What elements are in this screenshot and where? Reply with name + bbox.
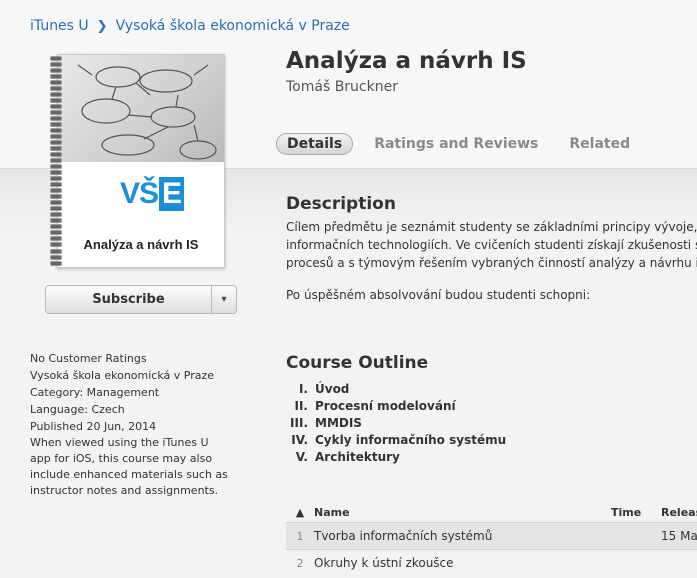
subscribe-button[interactable]: Subscribe: [46, 286, 212, 313]
column-release[interactable]: Release: [661, 506, 697, 519]
table-row[interactable]: 1 Tvorba informačních systémů 15 Ma: [286, 522, 697, 549]
description-text: Cílem předmětu je seznámit studenty se z…: [286, 220, 697, 270]
published-text: Published 20 Jun, 2014: [30, 420, 157, 433]
tab-ratings-reviews[interactable]: Ratings and Reviews: [364, 133, 548, 155]
artwork-title: Analýza a návrh IS: [83, 237, 199, 252]
breadcrumb-itunes-u[interactable]: iTunes U: [30, 18, 89, 34]
chevron-down-icon[interactable]: ▾: [212, 286, 236, 313]
description-heading: Description: [286, 194, 396, 214]
page-title: Analýza a návrh IS: [286, 48, 527, 74]
outline-item: I. Úvod: [298, 381, 350, 396]
tab-details[interactable]: Details: [276, 133, 354, 155]
table-header: ▲ Name Time Release: [286, 502, 697, 522]
vse-logo: VŠ E: [120, 177, 185, 211]
table-row[interactable]: 2 Okruhy k ústní zkoušce: [286, 549, 697, 576]
course-info: No Customer Ratings Vysoká škola ekonomi…: [30, 350, 230, 499]
ratings-text: No Customer Ratings: [30, 352, 147, 365]
column-name[interactable]: Name: [314, 506, 611, 519]
tab-related[interactable]: Related: [559, 133, 640, 155]
outline-item: III. MMDIS: [290, 415, 362, 430]
course-outline: I. Úvod II. Procesní modelování III. MMDIS …: [286, 380, 506, 465]
provider-text[interactable]: Vysoká škola ekonomická v Praze: [30, 367, 230, 384]
sort-arrow-icon[interactable]: ▲: [286, 506, 314, 519]
outline-item: V. Architektury: [295, 449, 400, 464]
tab-bar: Details Ratings and Reviews Related: [276, 133, 651, 155]
category-text: Category: Management: [30, 386, 160, 399]
column-time[interactable]: Time: [611, 506, 661, 519]
course-artwork[interactable]: VŠ E Analýza a návrh IS: [57, 54, 225, 268]
episode-table: ▲ Name Time Release 1 Tvorba informačníc…: [286, 502, 697, 576]
subscribe-button-group: Subscribe ▾: [45, 285, 237, 314]
outline-item: IV. Cykly informačního systému: [291, 432, 507, 447]
ios-note: When viewed using the iTunes U app for i…: [30, 436, 228, 497]
language-text: Language: Czech: [30, 403, 125, 416]
breadcrumb: iTunes U ❯ Vysoká škola ekonomická v Pra…: [30, 18, 350, 34]
description-outcomes: Po úspěšném absolvování budou studenti s…: [286, 288, 591, 302]
spiral-binding: [50, 56, 62, 266]
sketch-image: [58, 55, 224, 162]
outline-item: II. Procesní modelování: [294, 398, 456, 413]
author-name: Tomáš Bruckner: [286, 79, 398, 95]
breadcrumb-provider[interactable]: Vysoká škola ekonomická v Praze: [116, 18, 350, 34]
chevron-right-icon: ❯: [96, 18, 108, 34]
outline-heading: Course Outline: [286, 353, 429, 373]
